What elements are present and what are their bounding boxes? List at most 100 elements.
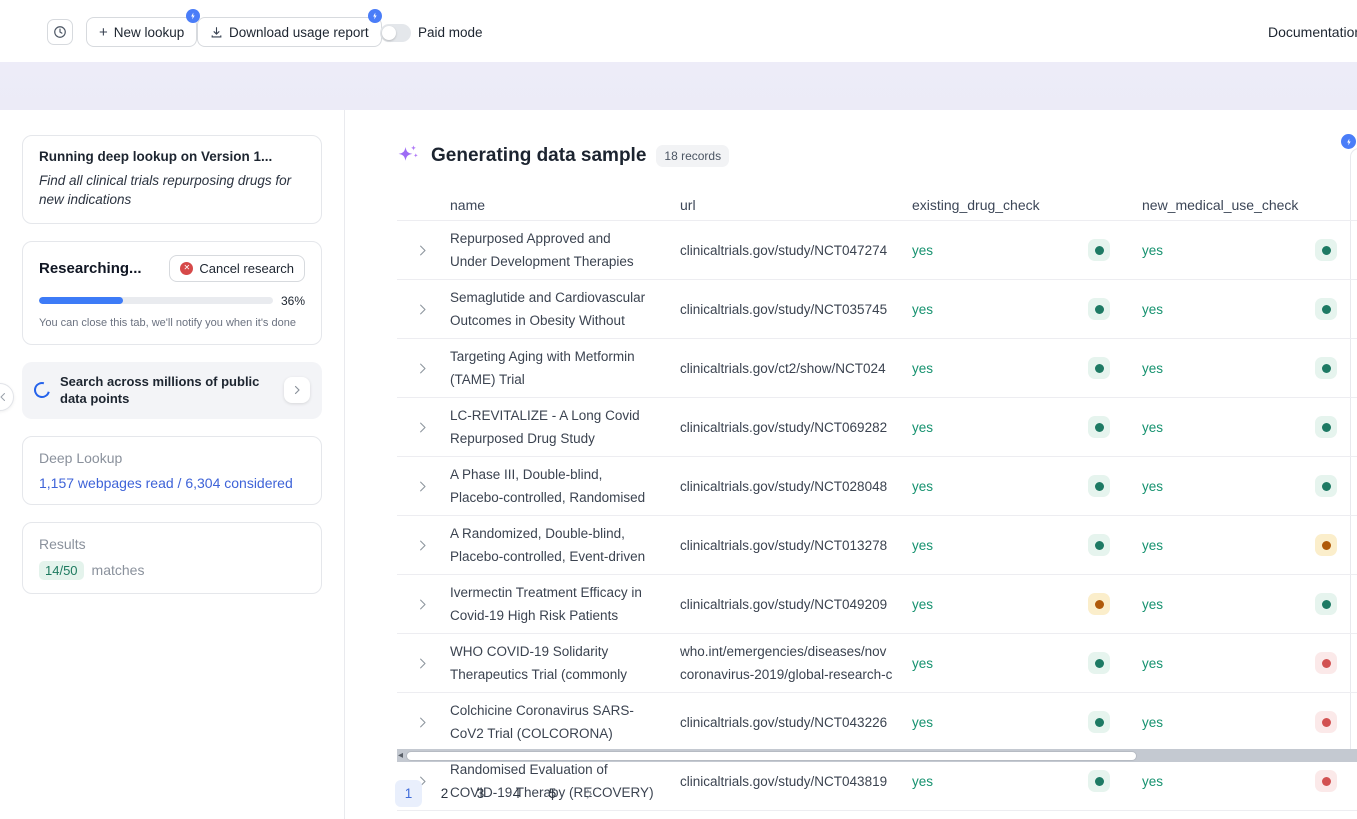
status-badge <box>1088 357 1110 379</box>
running-lookup-card: Running deep lookup on Version 1... Find… <box>22 135 322 224</box>
cell-existing-drug-check: yes <box>912 646 1142 680</box>
chevron-right-icon[interactable] <box>284 377 310 403</box>
cancel-icon: ✕ <box>180 262 193 275</box>
status-dot <box>1322 659 1331 668</box>
status-dot <box>1322 541 1331 550</box>
cell-existing-drug-check: yes <box>912 764 1142 798</box>
check-value: yes <box>912 538 933 553</box>
cell-new-medical-use-check: yes <box>1142 646 1357 680</box>
row-expander[interactable] <box>397 591 450 618</box>
cancel-research-label: Cancel research <box>199 261 294 276</box>
status-dot <box>1322 305 1331 314</box>
check-value: yes <box>912 302 933 317</box>
cell-url: clinicaltrials.gov/study/NCT069282 <box>680 410 912 445</box>
table-row: Colchicine Coronavirus SARS- CoV2 Trial … <box>397 693 1357 752</box>
status-badge <box>1315 652 1337 674</box>
check-value: yes <box>1142 774 1163 789</box>
history-button[interactable] <box>47 19 73 45</box>
status-badge <box>1315 239 1337 261</box>
paid-mode-toggle[interactable] <box>380 24 411 42</box>
deep-lookup-title: Deep Lookup <box>39 450 305 466</box>
check-value: yes <box>912 479 933 494</box>
check-value: yes <box>912 715 933 730</box>
deep-lookup-card: Deep Lookup 1,157 webpages read / 6,304 … <box>22 436 322 505</box>
page-button-1[interactable]: 1 <box>395 780 422 807</box>
page-button-5[interactable]: 5 <box>539 780 566 807</box>
search-public-data-banner[interactable]: Search across millions of public data po… <box>22 362 322 419</box>
matches-count-badge: 14/50 <box>39 561 84 580</box>
header-gradient-band <box>0 62 1357 110</box>
pagination-next-button[interactable] <box>575 780 602 807</box>
status-dot <box>1095 423 1104 432</box>
check-value: yes <box>1142 243 1163 258</box>
topbar: + New lookup Download usage report Paid … <box>0 0 1357 62</box>
chevron-right-icon <box>415 302 430 317</box>
horizontal-scrollbar-thumb[interactable] <box>406 751 1137 761</box>
row-expander[interactable] <box>397 296 450 323</box>
row-expander[interactable] <box>397 414 450 441</box>
column-header-name: name <box>450 197 680 213</box>
cell-existing-drug-check: yes <box>912 528 1142 562</box>
chevron-right-icon <box>415 420 430 435</box>
download-usage-report-button[interactable]: Download usage report <box>197 17 382 47</box>
status-badge <box>1088 475 1110 497</box>
cell-new-medical-use-check: yes <box>1142 351 1357 385</box>
cell-new-medical-use-check: yes <box>1142 233 1357 267</box>
check-value: yes <box>912 420 933 435</box>
table-row: Targeting Aging with Metformin (TAME) Tr… <box>397 339 1357 398</box>
status-dot <box>1322 246 1331 255</box>
cancel-research-button[interactable]: ✕ Cancel research <box>169 255 305 282</box>
check-value: yes <box>1142 479 1163 494</box>
status-badge <box>1088 711 1110 733</box>
chevron-right-icon <box>415 715 430 730</box>
cell-url: clinicaltrials.gov/study/NCT043226 <box>680 705 912 740</box>
column-header-url: url <box>680 197 912 213</box>
webpages-read-link[interactable]: 1,157 webpages read / 6,304 considered <box>39 475 305 491</box>
status-dot <box>1322 364 1331 373</box>
page-button-2[interactable]: 2 <box>431 780 458 807</box>
table-row: LC-REVITALIZE - A Long Covid Repurposed … <box>397 398 1357 457</box>
scrollbar-left-arrow-icon[interactable]: ◂ <box>398 750 403 761</box>
progress-fill <box>39 297 123 304</box>
cell-name: A Phase III, Double-blind, Placebo-contr… <box>450 457 680 515</box>
cell-new-medical-use-check: yes <box>1142 587 1357 621</box>
new-lookup-button[interactable]: + New lookup <box>86 17 197 47</box>
status-badge <box>1315 475 1337 497</box>
cell-name: Colchicine Coronavirus SARS- CoV2 Trial … <box>450 693 680 751</box>
bolt-badge-icon[interactable] <box>1341 134 1356 149</box>
page-title: Generating data sample <box>431 145 646 167</box>
row-expander[interactable] <box>397 709 450 736</box>
researching-status: Researching... <box>39 260 142 277</box>
row-expander[interactable] <box>397 237 450 264</box>
status-badge <box>1315 298 1337 320</box>
row-expander[interactable] <box>397 532 450 559</box>
sparkle-icon <box>395 143 421 169</box>
page-button-3[interactable]: 3 <box>467 780 494 807</box>
cell-new-medical-use-check: yes <box>1142 764 1357 798</box>
check-value: yes <box>1142 597 1163 612</box>
chevron-right-icon <box>415 361 430 376</box>
table-row: Semaglutide and Cardiovascular Outcomes … <box>397 280 1357 339</box>
status-badge <box>1088 534 1110 556</box>
cell-new-medical-use-check: yes <box>1142 469 1357 503</box>
row-expander[interactable] <box>397 355 450 382</box>
clock-history-icon <box>53 25 67 39</box>
download-usage-report-label: Download usage report <box>229 25 369 40</box>
check-value: yes <box>1142 656 1163 671</box>
page-button-4[interactable]: 4 <box>503 780 530 807</box>
status-dot <box>1095 482 1104 491</box>
status-badge <box>1088 652 1110 674</box>
row-expander[interactable] <box>397 650 450 677</box>
horizontal-scrollbar[interactable]: ◂ <box>397 749 1357 762</box>
table-row: A Randomized, Double-blind, Placebo-cont… <box>397 516 1357 575</box>
cell-url: clinicaltrials.gov/study/NCT013278 <box>680 528 912 563</box>
chevron-right-icon <box>415 597 430 612</box>
check-value: yes <box>912 597 933 612</box>
cell-existing-drug-check: yes <box>912 233 1142 267</box>
check-value: yes <box>912 361 933 376</box>
status-badge <box>1315 534 1337 556</box>
row-expander[interactable] <box>397 473 450 500</box>
cell-name: LC-REVITALIZE - A Long Covid Repurposed … <box>450 398 680 456</box>
cell-url: clinicaltrials.gov/study/NCT047274 <box>680 233 912 268</box>
documentation-link[interactable]: Documentation <box>1268 24 1357 40</box>
